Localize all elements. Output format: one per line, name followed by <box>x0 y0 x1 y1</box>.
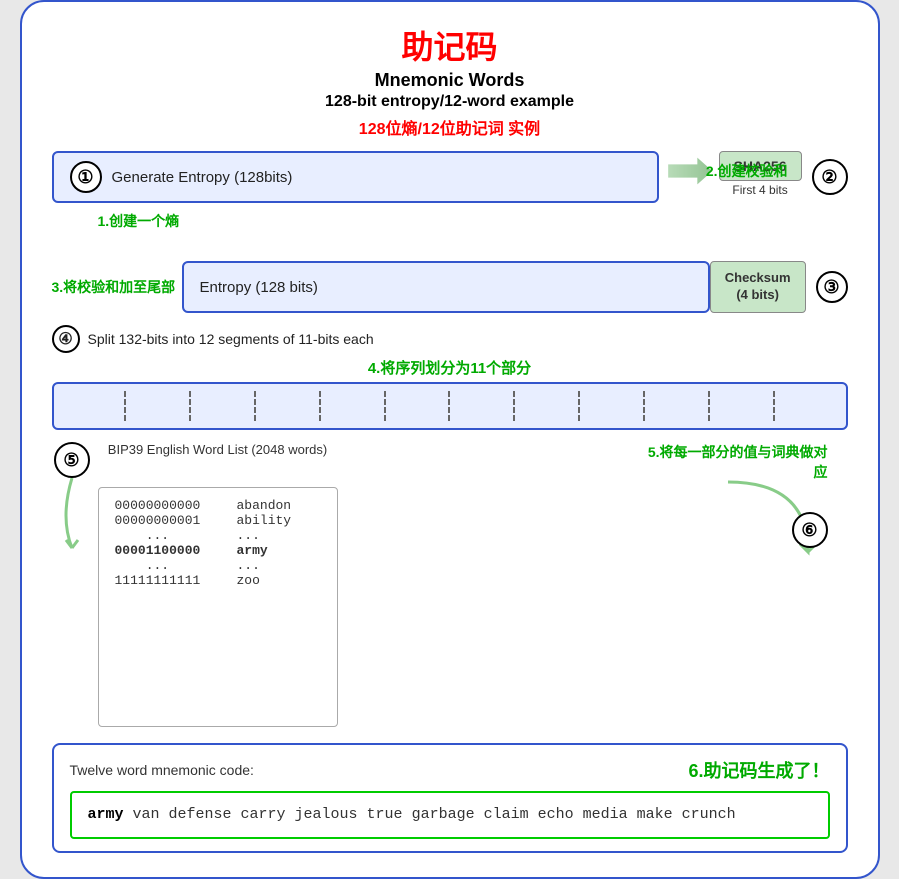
mnemonic-title: Twelve word mnemonic code: <box>70 762 689 778</box>
mnemonic-title-row: Twelve word mnemonic code: 6.助记码生成了！ <box>70 757 830 783</box>
title-en: Mnemonic Words <box>52 70 848 91</box>
bit-seg-6 <box>386 391 451 421</box>
bit-seg-1 <box>62 391 127 421</box>
step1-label: Generate Entropy (128bits) <box>112 169 293 186</box>
wl-row-5: ... ... <box>115 558 321 573</box>
checksum-label: Checksum (4 bits) <box>725 270 791 302</box>
mnemonic-text: van defense carry jealous true garbage c… <box>124 806 736 823</box>
label-1: 1.创建一个熵 <box>98 211 180 231</box>
wordlist-title: BIP39 English Word List (2048 words) <box>98 442 338 457</box>
wl-binary-2: 00000000001 <box>115 513 225 528</box>
circle-2: ② <box>812 159 848 195</box>
wl-word-3: ... <box>237 528 260 543</box>
wordlist-container: 00000000000 abandon 00000000001 ability … <box>98 487 338 727</box>
bit-seg-7 <box>450 391 515 421</box>
wl-word-5: ... <box>237 558 260 573</box>
bit-seg-9 <box>580 391 645 421</box>
row2: 3.将校验和加至尾部 Entropy (128 bits) Checksum (… <box>52 261 848 313</box>
wl-row-3: ... ... <box>115 528 321 543</box>
wl-word-1: abandon <box>237 498 292 513</box>
main-container: 助记码 Mnemonic Words 128-bit entropy/12-wo… <box>20 0 880 879</box>
label-4: 4.将序列划分为11个部分 <box>52 357 848 378</box>
entropy-box: Entropy (128 bits) <box>182 261 710 313</box>
wl-binary-1: 00000000000 <box>115 498 225 513</box>
circle-5: ⑤ <box>54 442 90 478</box>
bit-seg-10 <box>645 391 710 421</box>
row3: ④ Split 132-bits into 12 segments of 11-… <box>52 325 848 430</box>
wl-binary-4: 00001100000 <box>115 543 225 558</box>
wl-binary-3: ... <box>115 528 225 543</box>
wl-row-4: 00001100000 army <box>115 543 321 558</box>
subtitle-en: 128-bit entropy/12-word example <box>52 93 848 111</box>
mnemonic-section: Twelve word mnemonic code: 6.助记码生成了！ arm… <box>52 743 848 853</box>
bit-seg-8 <box>515 391 580 421</box>
bit-seg-5 <box>321 391 386 421</box>
bit-seg-12 <box>775 391 838 421</box>
wl-binary-5: ... <box>115 558 225 573</box>
wl-word-6: zoo <box>237 573 260 588</box>
mnemonic-bold-word: army <box>88 806 124 823</box>
circle-4: ④ <box>52 325 80 353</box>
checksum-box: Checksum (4 bits) <box>710 261 806 313</box>
wl-row-2: 00000000001 ability <box>115 513 321 528</box>
curved-arrow-5 <box>52 478 92 558</box>
label-2: 2.创建校验和 <box>706 163 788 179</box>
bit-seg-11 <box>710 391 775 421</box>
entropy-label: Entropy (128 bits) <box>200 279 318 296</box>
bit-seg-3 <box>191 391 256 421</box>
bits-bar <box>52 382 848 430</box>
step4-text: ④ Split 132-bits into 12 segments of 11-… <box>52 325 848 353</box>
sha256-sub: First 4 bits <box>732 183 787 197</box>
wl-word-2: ability <box>237 513 292 528</box>
wl-row-1: 00000000000 abandon <box>115 498 321 513</box>
bit-seg-4 <box>256 391 321 421</box>
mnemonic-outer: Twelve word mnemonic code: 6.助记码生成了！ arm… <box>52 743 848 853</box>
circle-3: ③ <box>816 271 848 303</box>
label-6: 6.助记码生成了！ <box>688 757 829 783</box>
subtitle-cn: 128位熵/12位助记词 实例 <box>52 115 848 139</box>
circle-6: ⑥ <box>792 512 828 548</box>
step1-box: ① Generate Entropy (128bits) <box>52 151 659 203</box>
circle-1: ① <box>70 161 102 193</box>
mnemonic-inner: army van defense carry jealous true garb… <box>70 791 830 839</box>
wl-word-4: army <box>237 543 268 558</box>
wl-binary-6: 11111111111 <box>115 573 225 588</box>
title-cn: 助记码 <box>52 22 848 68</box>
wl-row-6: 11111111111 zoo <box>115 573 321 588</box>
bit-seg-2 <box>126 391 191 421</box>
step4-desc: Split 132-bits into 12 segments of 11-bi… <box>88 331 374 347</box>
label-3: 3.将校验和加至尾部 <box>52 277 176 297</box>
